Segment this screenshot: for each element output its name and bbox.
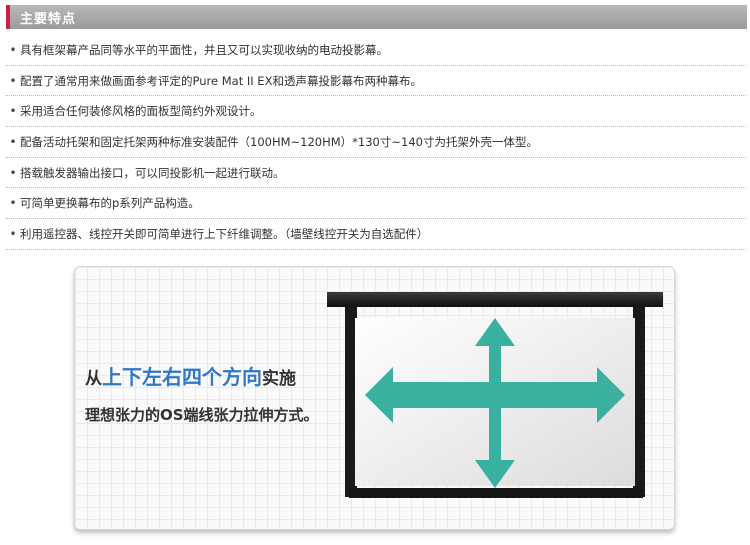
section-header: 主要特点 bbox=[6, 5, 747, 29]
caption-prefix: 从 bbox=[85, 369, 102, 389]
projection-screen-illustration bbox=[327, 292, 663, 498]
section-title: 主要特点 bbox=[20, 12, 77, 27]
caption-line-1: 从上下左右四个方向实施 bbox=[85, 361, 319, 390]
bullet-icon: • bbox=[9, 226, 17, 241]
caption-suffix: 实施 bbox=[262, 369, 296, 389]
bullet-icon: • bbox=[9, 165, 17, 180]
tension-diagram: 从上下左右四个方向实施 理想张力的OS端线张力拉伸方式。 bbox=[74, 266, 675, 530]
list-item: • 采用适合任何装修风格的面板型简约外观设计。 bbox=[6, 96, 746, 128]
list-item: • 可简单更换幕布的p系列产品构造。 bbox=[6, 188, 746, 220]
feature-text: 具有框架幕产品同等水平的平面性，并且又可以实现收纳的电动投影幕。 bbox=[20, 42, 388, 57]
feature-text: 配置了通常用来做画面参考评定的Pure Mat II EX和透声幕投影幕布两种幕… bbox=[20, 73, 422, 88]
list-item: • 配备活动托架和固定托架两种标准安装配件（100HM~120HM）*130寸~… bbox=[6, 127, 746, 158]
list-item: • 搭载触发器输出接口，可以同投影机一起进行联动。 bbox=[6, 158, 746, 189]
bullet-icon: • bbox=[9, 134, 17, 149]
screen-housing bbox=[327, 292, 663, 307]
feature-text: 利用遥控器、线控开关即可简单进行上下纤维调整。（墙壁线控开关为自选配件） bbox=[20, 226, 429, 241]
feature-text: 搭载触发器输出接口，可以同投影机一起进行联动。 bbox=[20, 165, 285, 180]
feature-text: 配备活动托架和固定托架两种标准安装配件（100HM~120HM）*130寸~14… bbox=[20, 134, 538, 149]
diagram-caption: 从上下左右四个方向实施 理想张力的OS端线张力拉伸方式。 bbox=[85, 361, 319, 425]
caption-line-2: 理想张力的OS端线张力拉伸方式。 bbox=[85, 406, 319, 424]
bullet-icon: • bbox=[9, 196, 17, 211]
list-item: • 利用遥控器、线控开关即可简单进行上下纤维调整。（墙壁线控开关为自选配件） bbox=[6, 219, 746, 250]
feature-text: 采用适合任何装修风格的面板型简约外观设计。 bbox=[20, 104, 262, 119]
screen-bottom-bar bbox=[349, 488, 643, 498]
feature-list: • 具有框架幕产品同等水平的平面性，并且又可以实现收纳的电动投影幕。 • 配置了… bbox=[6, 35, 746, 250]
list-item: • 具有框架幕产品同等水平的平面性，并且又可以实现收纳的电动投影幕。 bbox=[6, 35, 746, 66]
feature-text: 可简单更换幕布的p系列产品构造。 bbox=[20, 196, 200, 211]
caption-highlight: 上下左右四个方向 bbox=[102, 365, 262, 389]
bullet-icon: • bbox=[9, 73, 17, 88]
bullet-icon: • bbox=[9, 42, 17, 57]
bullet-icon: • bbox=[9, 104, 17, 119]
list-item: • 配置了通常用来做画面参考评定的Pure Mat II EX和透声幕投影幕布两… bbox=[6, 66, 746, 97]
